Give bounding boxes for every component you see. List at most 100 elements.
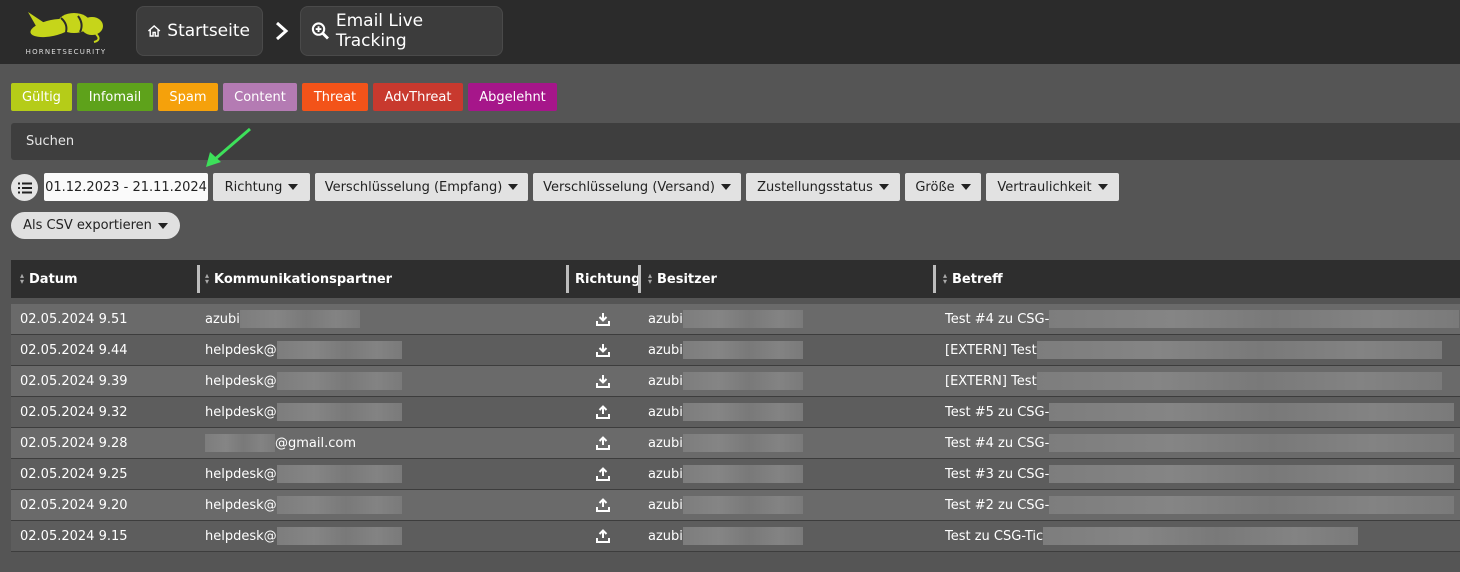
cell-owner-text: azubi bbox=[648, 404, 683, 420]
filter-zustellungsstatus[interactable]: Zustellungsstatus bbox=[746, 173, 900, 201]
cell-partner-suffix: @gmail.com bbox=[275, 435, 357, 451]
filter-richtung[interactable]: Richtung bbox=[213, 173, 310, 201]
table-row[interactable]: 02.05.2024 9.20 helpdesk@ azubi Test #2 zu … bbox=[11, 490, 1460, 521]
cell-owner-text: azubi bbox=[648, 497, 683, 513]
export-csv-button[interactable]: Als CSV exportieren bbox=[11, 212, 180, 239]
cell-partner: helpdesk@ bbox=[205, 490, 402, 520]
redacted-block bbox=[276, 341, 402, 359]
redacted-block bbox=[682, 434, 803, 452]
cell-partner: helpdesk@ bbox=[205, 521, 402, 551]
home-icon bbox=[147, 25, 161, 37]
breadcrumb-email-live-tracking[interactable]: Email Live Tracking bbox=[300, 6, 503, 56]
table-row[interactable]: 02.05.2024 9.28 @gmail.com azubi Test #4 zu… bbox=[11, 428, 1460, 459]
cell-owner: azubi bbox=[648, 428, 803, 458]
column-header-besitzer[interactable]: ▴ ▾ Besitzer bbox=[648, 260, 717, 298]
cell-date-text: 02.05.2024 9.39 bbox=[20, 373, 128, 389]
status-filter-advthreat[interactable]: AdvThreat bbox=[373, 83, 463, 111]
redacted-block bbox=[276, 465, 402, 483]
redacted-block bbox=[682, 403, 803, 421]
filter-groesse-label: Größe bbox=[915, 179, 955, 195]
filter-vertraulichkeit[interactable]: Vertraulichkeit bbox=[986, 173, 1119, 201]
column-list-toggle[interactable] bbox=[11, 174, 38, 201]
redacted-block bbox=[1049, 496, 1455, 514]
cell-direction bbox=[594, 397, 612, 427]
cell-partner-text: helpdesk@ bbox=[205, 373, 277, 389]
cell-subject-text: Test #4 zu CSG- bbox=[945, 311, 1050, 327]
export-csv-label: Als CSV exportieren bbox=[23, 218, 152, 233]
caret-down-icon bbox=[508, 184, 519, 190]
annotation-arrow-icon bbox=[206, 127, 251, 167]
cell-owner: azubi bbox=[648, 304, 803, 334]
cell-partner: helpdesk@ bbox=[205, 366, 402, 396]
redacted-block bbox=[1036, 372, 1442, 390]
top-bar: HORNETSECURITY Startseite Email Live Tra… bbox=[0, 0, 1460, 64]
redacted-block bbox=[682, 310, 803, 328]
upload-icon bbox=[596, 436, 610, 450]
column-header-richtung[interactable]: Richtung bbox=[575, 260, 640, 298]
cell-owner-text: azubi bbox=[648, 466, 683, 482]
cell-partner: helpdesk@ bbox=[205, 459, 402, 489]
column-header-datum[interactable]: ▴ ▾ Datum bbox=[20, 260, 78, 298]
status-filter-spam[interactable]: Spam bbox=[158, 83, 218, 111]
filter-groesse[interactable]: Größe bbox=[905, 173, 981, 201]
cell-date-text: 02.05.2024 9.28 bbox=[20, 435, 128, 451]
column-resize-handle[interactable] bbox=[638, 265, 641, 293]
cell-owner-text: azubi bbox=[648, 342, 683, 358]
redacted-block bbox=[276, 403, 402, 421]
status-filter-gueltig[interactable]: Gültig bbox=[11, 83, 72, 111]
cell-subject: Test zu CSG-Tic bbox=[945, 521, 1359, 551]
table-row[interactable]: 02.05.2024 9.32 helpdesk@ azubi Test #5 zu … bbox=[11, 397, 1460, 428]
upload-icon bbox=[596, 405, 610, 419]
sort-icon: ▴ ▾ bbox=[20, 271, 25, 286]
status-filter-content[interactable]: Content bbox=[223, 83, 297, 111]
table-row[interactable]: 02.05.2024 9.25 helpdesk@ azubi Test #3 zu … bbox=[11, 459, 1460, 490]
cell-date-text: 02.05.2024 9.25 bbox=[20, 466, 128, 482]
cell-owner: azubi bbox=[648, 459, 803, 489]
redacted-block bbox=[1049, 310, 1460, 328]
cell-subject: Test #3 zu CSG- bbox=[945, 459, 1455, 489]
cell-partner: helpdesk@ bbox=[205, 397, 402, 427]
cell-partner-text: helpdesk@ bbox=[205, 342, 277, 358]
breadcrumb-home[interactable]: Startseite bbox=[136, 6, 263, 56]
column-resize-handle[interactable] bbox=[933, 265, 936, 293]
status-filter-abgelehnt[interactable]: Abgelehnt bbox=[468, 83, 557, 111]
redacted-block bbox=[1049, 403, 1455, 421]
filter-verschluesselung-versand[interactable]: Verschlüsselung (Versand) bbox=[533, 173, 741, 201]
cell-subject-text: Test #5 zu CSG- bbox=[945, 404, 1050, 420]
filter-richtung-label: Richtung bbox=[224, 179, 283, 195]
cell-subject: Test #5 zu CSG- bbox=[945, 397, 1455, 427]
status-filter-infomail[interactable]: Infomail bbox=[77, 83, 153, 111]
redacted-block bbox=[1036, 341, 1442, 359]
cell-date: 02.05.2024 9.28 bbox=[20, 428, 128, 458]
cell-subject-text: Test zu CSG-Tic bbox=[945, 528, 1044, 544]
column-resize-handle[interactable] bbox=[566, 265, 569, 293]
cell-owner-text: azubi bbox=[648, 435, 683, 451]
table-body: 02.05.2024 9.51 azubi azubi Test #4 zu CSG-… bbox=[11, 304, 1460, 552]
cell-owner: azubi bbox=[648, 521, 803, 551]
column-resize-handle[interactable] bbox=[197, 265, 200, 293]
cell-date: 02.05.2024 9.51 bbox=[20, 304, 128, 334]
table-row[interactable]: 02.05.2024 9.51 azubi azubi Test #4 zu CSG- bbox=[11, 304, 1460, 335]
hornetsecurity-logo[interactable]: HORNETSECURITY bbox=[16, 6, 116, 58]
column-header-kommunikationspartner[interactable]: ▴ ▾ Kommunikationspartner bbox=[205, 260, 392, 298]
cell-partner-text: helpdesk@ bbox=[205, 466, 277, 482]
status-filter-threat[interactable]: Threat bbox=[302, 83, 368, 111]
redacted-block bbox=[682, 527, 803, 545]
date-range-picker[interactable]: 01.12.2023 - 21.11.2024 bbox=[44, 173, 208, 201]
column-header-betreff-label: Betreff bbox=[952, 271, 1003, 287]
column-header-kommunikationspartner-label: Kommunikationspartner bbox=[214, 271, 393, 287]
table-row[interactable]: 02.05.2024 9.15 helpdesk@ azubi Test zu CSG… bbox=[11, 521, 1460, 552]
redacted-block bbox=[1049, 434, 1455, 452]
cell-subject-text: Test #3 zu CSG- bbox=[945, 466, 1050, 482]
table-row[interactable]: 02.05.2024 9.39 helpdesk@ azubi [EXTERN] Te… bbox=[11, 366, 1460, 397]
download-icon bbox=[596, 374, 610, 388]
cell-direction bbox=[594, 521, 612, 551]
cell-owner: azubi bbox=[648, 366, 803, 396]
cell-direction bbox=[594, 304, 612, 334]
column-header-betreff[interactable]: ▴ ▾ Betreff bbox=[943, 260, 1003, 298]
table-row[interactable]: 02.05.2024 9.44 helpdesk@ azubi [EXTERN] Te… bbox=[11, 335, 1460, 366]
cell-subject: Test #4 zu CSG- bbox=[945, 304, 1460, 334]
redacted-block bbox=[276, 527, 402, 545]
redacted-block bbox=[1049, 465, 1455, 483]
filter-verschluesselung-empfang[interactable]: Verschlüsselung (Empfang) bbox=[315, 173, 528, 201]
